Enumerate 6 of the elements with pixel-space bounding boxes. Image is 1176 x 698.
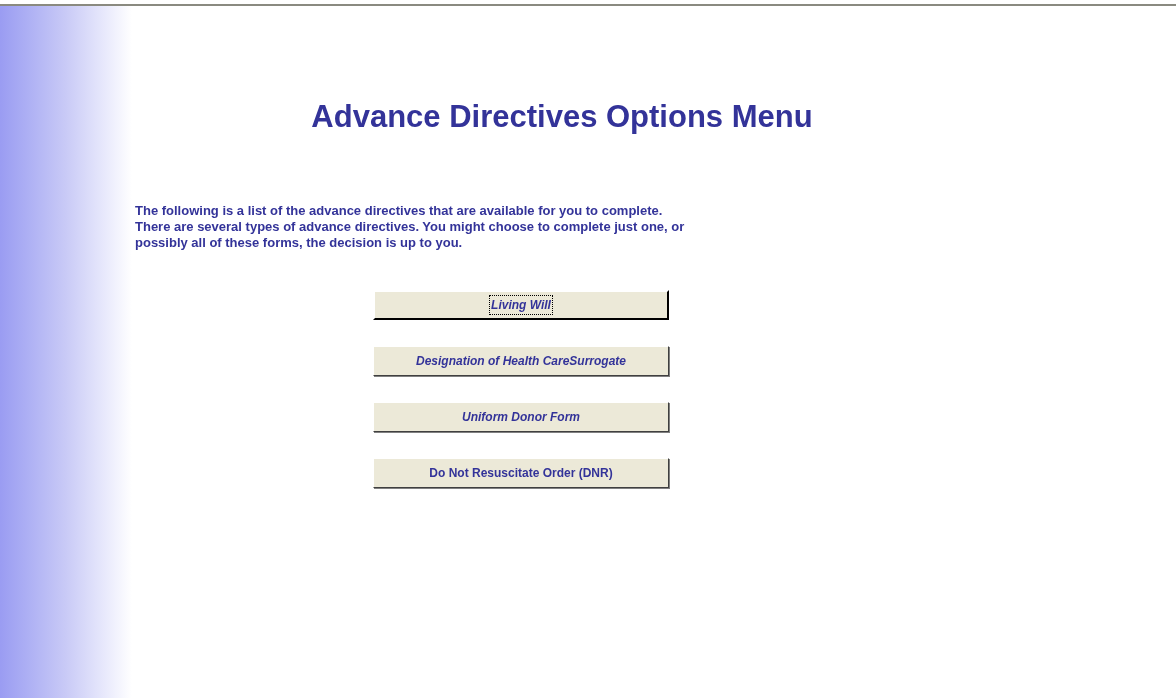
option-button[interactable]: Designation of Health CareSurrogate xyxy=(373,345,669,376)
intro-paragraph: The following is a list of the advance directives that are available for you to complete. There are several types of advance directives. You might choose to complete just one, or possibly all of these forms, the decision is up to you. xyxy=(135,202,686,251)
option-button[interactable]: Do Not Resuscitate Order (DNR) xyxy=(373,457,669,488)
option-button[interactable]: Living Will xyxy=(373,289,669,320)
option-button[interactable]: Uniform Donor Form xyxy=(373,401,669,432)
page-title: Advance Directives Options Menu xyxy=(310,98,814,136)
